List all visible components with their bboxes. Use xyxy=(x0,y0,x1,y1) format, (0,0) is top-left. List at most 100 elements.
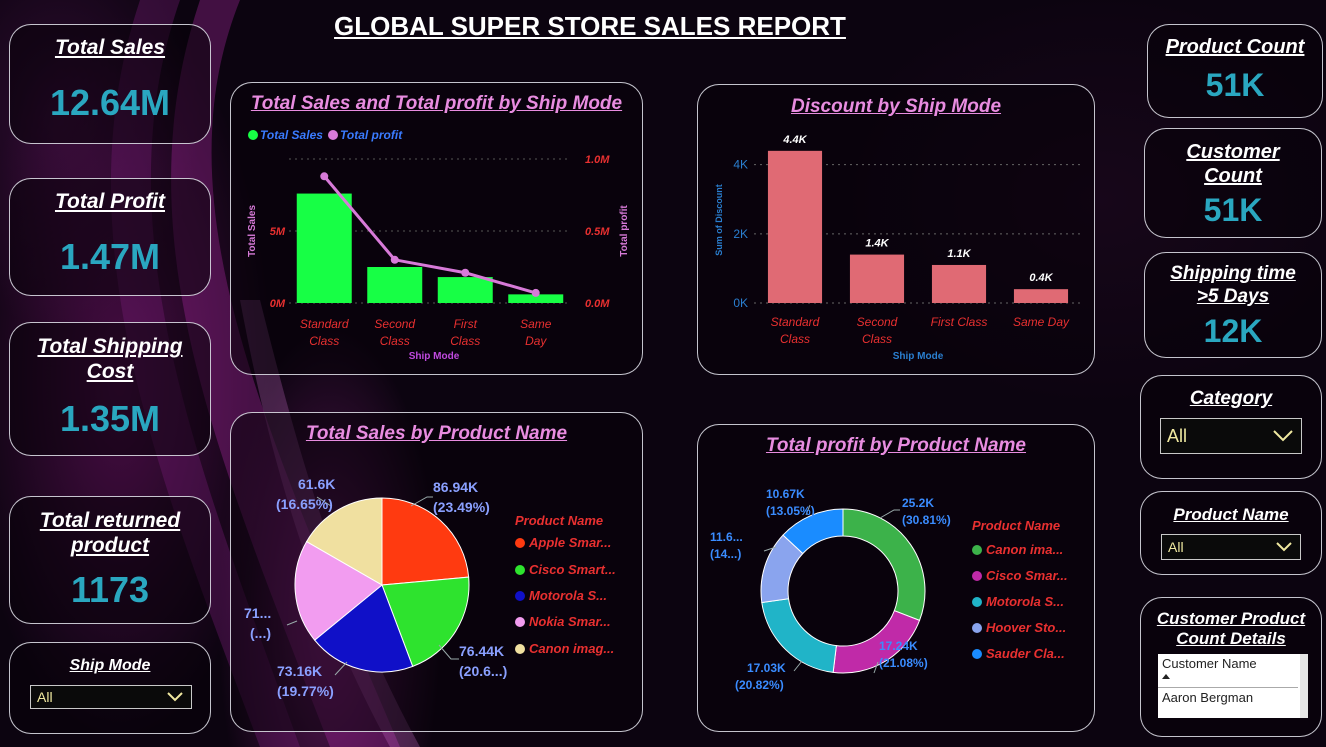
legend-swatch xyxy=(515,538,525,548)
legend-item: Hoover Sto... xyxy=(972,620,1066,635)
ship-mode-slicer: Ship Mode All xyxy=(9,642,211,734)
x-tick-label: Class xyxy=(862,332,892,346)
legend-title: Product Name xyxy=(515,513,604,528)
y-tick-label: 0M xyxy=(270,298,286,310)
point-total-profit xyxy=(461,268,470,277)
discount-by-ship-mode-chart: Discount by Ship Mode 0K 2K 4K Sum of Disco… xyxy=(697,84,1095,375)
bar-discount xyxy=(1013,289,1069,303)
legend-swatch xyxy=(972,571,982,581)
data-label: 0.4K xyxy=(1029,272,1053,284)
data-label: 10.67K (13.05%) xyxy=(766,487,815,518)
slicer-title: Product Name xyxy=(1173,505,1289,524)
legend-swatch xyxy=(972,545,982,555)
leader-line xyxy=(793,660,803,672)
legend-item: Motorola S... xyxy=(972,594,1064,609)
y-tick-label: 0K xyxy=(733,296,748,310)
legend-item: Sauder Cla... xyxy=(972,646,1065,661)
legend-swatch xyxy=(248,130,258,140)
slicer-title: Ship Mode xyxy=(69,657,151,674)
bar-total-sales xyxy=(367,267,423,303)
legend-swatch xyxy=(972,649,982,659)
legend-swatch xyxy=(328,130,338,140)
legend-swatch xyxy=(972,623,982,633)
kpi-title: Product Count xyxy=(1165,36,1305,58)
bar-total-sales xyxy=(296,193,352,303)
x-tick-label: Second xyxy=(374,317,415,331)
product-name-dropdown[interactable]: All xyxy=(1161,534,1301,560)
data-label: 73.16K (19.77%) xyxy=(277,663,334,699)
x-axis-title: Ship Mode xyxy=(409,351,460,362)
data-label: 4.4K xyxy=(782,134,807,146)
data-label: 71... (...) xyxy=(244,605,272,641)
legend-item: Canon imag... xyxy=(515,641,614,656)
dropdown-value: All xyxy=(1168,539,1184,555)
column-header-customer-name: Customer Name xyxy=(1162,656,1257,671)
x-tick-label: First Class xyxy=(931,315,988,329)
y-tick-label: 5M xyxy=(270,226,286,238)
x-tick-label: Day xyxy=(525,334,547,348)
category-slicer: Category All xyxy=(1140,375,1322,479)
kpi-card-total-profit: Total Profit 1.47M xyxy=(9,178,211,296)
leader-line xyxy=(286,620,298,626)
slicer-title: Category xyxy=(1189,388,1273,409)
legend-item: Nokia Smar... xyxy=(515,614,611,629)
sales-by-product-pie-chart: Total Sales by Product Name 86.94K (23.49… xyxy=(230,412,643,732)
legend-swatch xyxy=(515,617,525,627)
scrollbar[interactable] xyxy=(1300,654,1308,718)
x-tick-label: Class xyxy=(780,332,810,346)
data-label: 1.1K xyxy=(947,248,971,260)
data-label: 17.24K (21.08%) xyxy=(879,639,928,670)
y2-tick-label: 1.0M xyxy=(585,154,610,166)
bar-discount xyxy=(849,254,905,303)
bar-discount xyxy=(767,150,823,303)
profit-by-product-donut-chart: Total profit by Product Name 25.2K (30.81… xyxy=(697,424,1095,732)
table-title-line1: Customer Product xyxy=(1156,609,1306,628)
kpi-title-line1: Total Shipping xyxy=(37,335,183,358)
kpi-title-line2: >5 Days xyxy=(1196,286,1270,307)
legend-label: Total Sales xyxy=(260,128,323,142)
table-row[interactable]: Aaron Bergman xyxy=(1158,690,1298,710)
x-tick-label: Same Day xyxy=(1013,315,1070,329)
kpi-value: 12.64M xyxy=(49,82,171,123)
legend-item: Apple Smar... xyxy=(515,535,611,550)
report-title: GLOBAL SUPER STORE SALES REPORT xyxy=(334,11,846,41)
chart-canvas: 0K 2K 4K Sum of Discount 4.4K Standard Class 1.… xyxy=(714,134,1082,362)
kpi-card-total-returned: Total returned product 1173 xyxy=(9,496,211,624)
legend-swatch xyxy=(515,565,525,575)
x-tick-label: Class xyxy=(450,334,480,348)
data-label: 76.44K (20.6...) xyxy=(459,643,508,679)
legend-swatch xyxy=(972,597,982,607)
table-header[interactable]: Customer Name xyxy=(1158,654,1298,688)
leader-line xyxy=(334,661,348,676)
y-axis-title: Sum of Discount xyxy=(714,184,724,256)
data-label: 25.2K (30.81%) xyxy=(902,496,951,527)
x-tick-label: Class xyxy=(380,334,410,348)
legend-swatch xyxy=(515,591,525,601)
kpi-card-shipping-time: Shipping time >5 Days 12K xyxy=(1144,252,1322,358)
line-total-profit xyxy=(323,175,537,295)
kpi-card-total-sales: Total Sales 12.64M xyxy=(9,24,211,144)
bar-discount xyxy=(931,264,987,303)
customer-product-count-card: Customer Product Count Details Customer … xyxy=(1140,597,1322,737)
point-total-profit xyxy=(531,288,540,297)
sort-ascending-icon xyxy=(1162,674,1170,679)
ship-mode-dropdown[interactable]: All xyxy=(30,685,192,709)
point-total-profit xyxy=(390,255,399,264)
sales-profit-by-ship-mode-chart: Total Sales and Total profit by Ship Mod… xyxy=(230,82,643,375)
category-dropdown[interactable]: All xyxy=(1160,418,1302,454)
x-axis-title: Ship Mode xyxy=(893,351,944,362)
bar-total-sales xyxy=(437,277,493,303)
kpi-title-line2: product xyxy=(70,534,150,557)
kpi-title-line2: Count xyxy=(1204,165,1262,187)
x-tick-label: Standard xyxy=(771,315,820,329)
y2-tick-label: 0.0M xyxy=(585,298,610,310)
x-tick-label: First xyxy=(454,317,478,331)
legend-label: Total profit xyxy=(340,128,403,142)
product-name-slicer: Product Name All xyxy=(1140,491,1322,575)
data-label: 86.94K (23.49%) xyxy=(433,479,490,515)
kpi-card-product-count: Product Count 51K xyxy=(1147,24,1323,118)
leader-line xyxy=(410,496,433,507)
y-tick-label: 4K xyxy=(733,158,748,172)
data-label: 1.4K xyxy=(865,238,889,250)
data-label: 17.03K (20.82%) xyxy=(735,661,786,692)
